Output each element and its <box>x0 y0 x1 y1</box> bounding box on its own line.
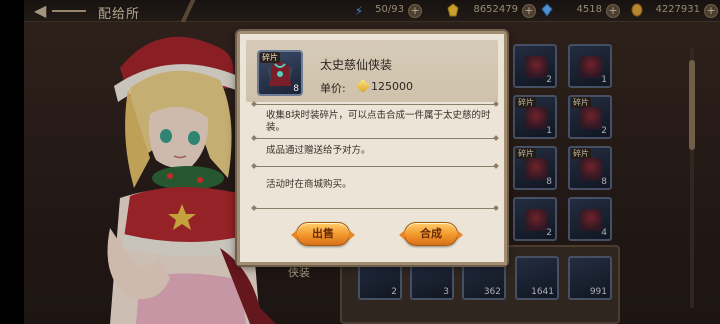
description-line: 成品通过赠送给予对方。 <box>266 145 371 156</box>
combine-button[interactable]: 合成 <box>399 222 463 246</box>
item-detail-modal: 碎片 8 太史慈仙侠装 单价: 125000 收集8块时装碎片，可以点击合成一件… <box>237 31 507 265</box>
description-line: 活动时在商城购买。 <box>266 179 352 190</box>
price-label: 单价: <box>320 82 346 95</box>
corner-ornament <box>237 255 247 265</box>
item-name: 太史慈仙侠装 <box>320 58 393 72</box>
item-count: 8 <box>293 84 299 94</box>
fragment-tag: 碎片 <box>260 52 280 63</box>
sell-button[interactable]: 出售 <box>291 222 355 246</box>
divider <box>254 104 496 105</box>
item-icon: 碎片 8 <box>257 50 303 96</box>
price-value: 125000 <box>371 80 413 93</box>
description-line: 收集8块时装碎片，可以点击合成一件属于太史慈的时装。 <box>266 110 491 133</box>
divider <box>254 166 496 167</box>
divider <box>254 138 496 139</box>
divider <box>254 208 496 209</box>
corner-ornament <box>497 255 507 265</box>
game-scene: ◀ 配给所 ⚡ 50/93 + 8652479 + 4518 + 4227931… <box>0 0 720 324</box>
